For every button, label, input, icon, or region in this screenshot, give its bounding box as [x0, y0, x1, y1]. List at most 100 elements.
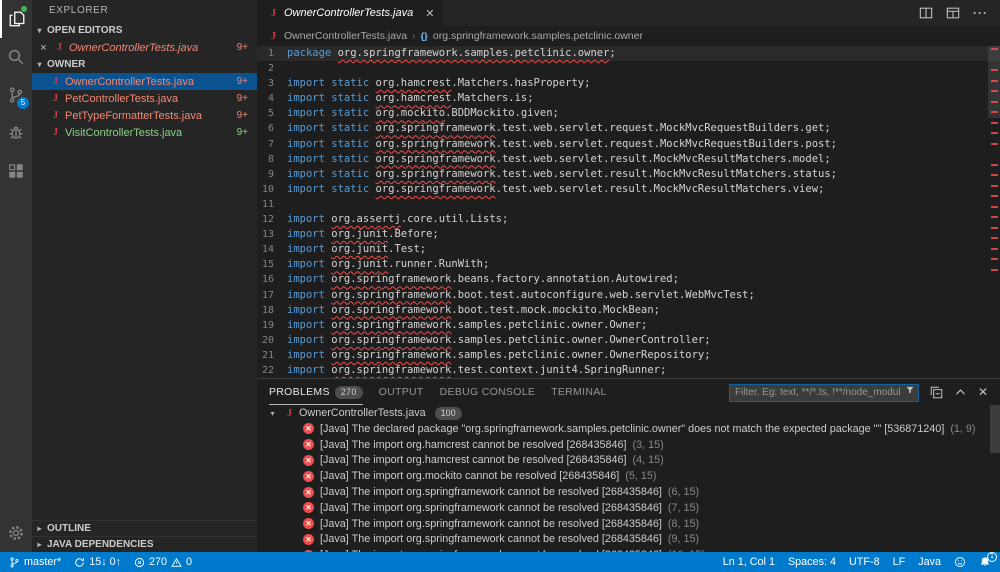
problem-row[interactable]: ✕ [Java] The import org.springframework …	[257, 500, 1000, 516]
problem-message: [Java] The import org.hamcrest cannot be…	[320, 439, 627, 451]
problem-row[interactable]: ✕ [Java] The import org.hamcrest cannot …	[257, 437, 1000, 453]
debug-activity-button[interactable]	[0, 114, 32, 152]
collapse-all-icon[interactable]	[930, 386, 943, 399]
code-line[interactable]: 14 import org.junit.Test;	[257, 242, 1000, 257]
close-icon[interactable]: ✕	[425, 7, 434, 20]
filter-icon[interactable]	[905, 385, 915, 395]
code-line[interactable]: 21 import org.springframework.samples.pe…	[257, 348, 1000, 363]
java-dependencies-section-header[interactable]: ▸ JAVA DEPENDENCIES	[32, 536, 257, 552]
java-file-icon: J	[284, 408, 295, 419]
problem-row[interactable]: ✕ [Java] The import org.springframework …	[257, 547, 1000, 552]
outline-section-header[interactable]: ▸ OUTLINE	[32, 520, 257, 536]
close-icon[interactable]: ×	[37, 42, 50, 54]
line-number: 11	[257, 197, 287, 212]
problem-row[interactable]: ✕ [Java] The import org.springframework …	[257, 516, 1000, 532]
explorer-file-item[interactable]: J PetTypeFormatterTests.java 9+	[32, 107, 257, 124]
code-line[interactable]: 5 import static org.mockito.BDDMockito.g…	[257, 106, 1000, 121]
code-line[interactable]: 17 import org.springframework.boot.test.…	[257, 288, 1000, 303]
error-mark	[991, 69, 998, 71]
java-file-icon: J	[50, 110, 61, 121]
explorer-file-item[interactable]: J OwnerControllerTests.java 9+	[32, 73, 257, 90]
branch-name: master*	[24, 556, 61, 568]
search-activity-button[interactable]	[0, 38, 32, 76]
breadcrumb-package[interactable]: org.springframework.samples.petclinic.ow…	[433, 30, 643, 42]
tab-terminal[interactable]: TERMINAL	[551, 379, 607, 405]
panel-scrollbar-thumb[interactable]	[990, 405, 1000, 453]
line-number: 19	[257, 318, 287, 333]
code-editor[interactable]: 1 package org.springframework.samples.pe…	[257, 46, 1000, 378]
git-branch-status[interactable]: master*	[9, 556, 61, 568]
sidebar-title: EXPLORER	[32, 0, 257, 22]
code-token: .runner.RunWith;	[388, 258, 489, 270]
tab-debug-console[interactable]: DEBUG CONSOLE	[440, 379, 536, 405]
tab-problems[interactable]: PROBLEMS 270	[269, 379, 363, 405]
source-control-activity-button[interactable]: 5	[0, 76, 32, 114]
problem-location: (9, 15)	[668, 533, 699, 545]
indentation-setting[interactable]: Spaces: 4	[788, 556, 836, 568]
code-line[interactable]: 9 import static org.springframework.test…	[257, 167, 1000, 182]
problem-row[interactable]: ✕ [Java] The declared package "org.sprin…	[257, 421, 1000, 437]
folder-header[interactable]: ▾ OWNER	[32, 56, 257, 73]
problems-file-group[interactable]: ▾ J OwnerControllerTests.java 100	[257, 405, 1000, 421]
explorer-file-item[interactable]: J VisitControllerTests.java 9+	[32, 124, 257, 141]
cursor-position[interactable]: Ln 1, Col 1	[723, 556, 775, 568]
code-line[interactable]: 18 import org.springframework.boot.test.…	[257, 303, 1000, 318]
tab-output[interactable]: OUTPUT	[379, 379, 424, 405]
code-line[interactable]: 20 import org.springframework.samples.pe…	[257, 333, 1000, 348]
code-line[interactable]: 3 import static org.hamcrest.Matchers.ha…	[257, 76, 1000, 91]
code-line[interactable]: 7 import static org.springframework.test…	[257, 137, 1000, 152]
code-token: .boot.test.mock.mockito.MockBean;	[451, 304, 660, 316]
code-line[interactable]: 4 import static org.hamcrest.Matchers.is…	[257, 91, 1000, 106]
code-line[interactable]: 15 import org.junit.runner.RunWith;	[257, 257, 1000, 272]
panel-tab-label: TERMINAL	[551, 386, 607, 398]
code-line[interactable]: 16 import org.springframework.beans.fact…	[257, 272, 1000, 287]
notifications-button[interactable]: 1	[979, 556, 991, 568]
line-number: 4	[257, 91, 287, 106]
editor-layout-icon[interactable]	[946, 6, 960, 20]
sync-status[interactable]: 15↓ 0↑	[74, 556, 121, 568]
code-line[interactable]: 2	[257, 61, 1000, 76]
problem-row[interactable]: ✕ [Java] The import org.mockito cannot b…	[257, 468, 1000, 484]
code-line[interactable]: 1 package org.springframework.samples.pe…	[257, 46, 1000, 61]
code-token: import static	[287, 92, 376, 104]
code-line[interactable]: 8 import static org.springframework.test…	[257, 152, 1000, 167]
code-line[interactable]: 10 import static org.springframework.tes…	[257, 182, 1000, 197]
encoding-setting[interactable]: UTF-8	[849, 556, 880, 568]
code-text: import static org.hamcrest.Matchers.is;	[287, 91, 534, 106]
editor-scrollbar-thumb[interactable]	[988, 46, 1000, 118]
explorer-file-item[interactable]: J PetControllerTests.java 9+	[32, 90, 257, 107]
language-mode[interactable]: Java	[918, 556, 941, 568]
code-line[interactable]: 12 import org.assertj.core.util.Lists;	[257, 212, 1000, 227]
code-line[interactable]: 11	[257, 197, 1000, 212]
notification-count-badge: 1	[987, 552, 997, 562]
settings-button[interactable]	[0, 514, 32, 552]
problem-row[interactable]: ✕ [Java] The import org.springframework …	[257, 532, 1000, 548]
problem-location: (1, 9)	[950, 423, 975, 435]
open-editors-label: OPEN EDITORS	[47, 25, 122, 36]
eol-setting[interactable]: LF	[893, 556, 906, 568]
overview-ruler[interactable]	[988, 46, 1000, 378]
problems-status[interactable]: 270 0	[134, 556, 192, 568]
code-line[interactable]: 6 import static org.springframework.test…	[257, 121, 1000, 136]
split-editor-icon[interactable]	[919, 6, 933, 20]
chevron-down-icon[interactable]: ▾	[265, 409, 280, 418]
code-text: import static org.springframework.test.w…	[287, 152, 831, 167]
sidebar-bottom-sections: ▸ OUTLINE ▸ JAVA DEPENDENCIES	[32, 520, 257, 552]
tab-owner-controller-tests[interactable]: J OwnerControllerTests.java ✕	[257, 0, 443, 26]
more-actions-icon[interactable]: ···	[973, 6, 988, 20]
breadcrumb-file[interactable]: OwnerControllerTests.java	[284, 30, 407, 42]
code-token: package	[287, 47, 338, 59]
extensions-activity-button[interactable]	[0, 152, 32, 190]
explorer-activity-button[interactable]	[0, 0, 32, 38]
open-editor-item[interactable]: × J OwnerControllerTests.java 9+	[32, 39, 257, 56]
open-editors-header[interactable]: ▾ OPEN EDITORS	[32, 22, 257, 39]
close-panel-icon[interactable]: ✕	[978, 385, 988, 399]
problem-row[interactable]: ✕ [Java] The import org.hamcrest cannot …	[257, 453, 1000, 469]
code-line[interactable]: 13 import org.junit.Before;	[257, 227, 1000, 242]
code-line[interactable]: 22 import org.springframework.test.conte…	[257, 363, 1000, 378]
feedback-button[interactable]	[954, 556, 966, 568]
problems-filter-input[interactable]	[729, 384, 919, 402]
maximize-panel-icon[interactable]	[954, 386, 967, 399]
problem-row[interactable]: ✕ [Java] The import org.springframework …	[257, 484, 1000, 500]
code-line[interactable]: 19 import org.springframework.samples.pe…	[257, 318, 1000, 333]
